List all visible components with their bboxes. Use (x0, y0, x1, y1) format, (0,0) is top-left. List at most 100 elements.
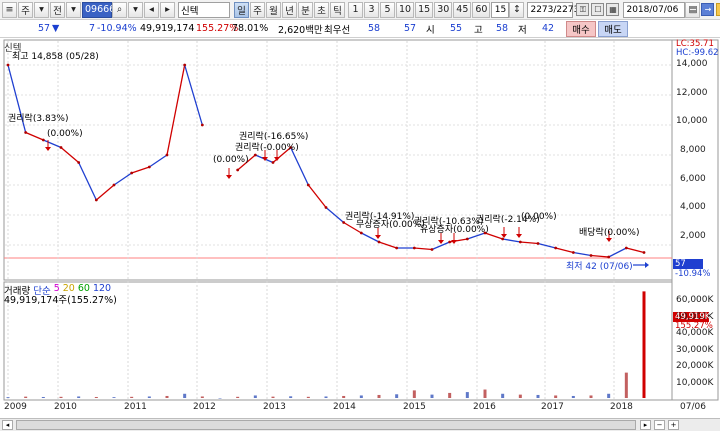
volume-bar (642, 291, 646, 398)
open-price: 57 (404, 23, 417, 34)
stock-name-field[interactable]: 신텍 (178, 1, 230, 18)
minute-45-button[interactable]: 45 (453, 1, 472, 18)
price-point (465, 237, 469, 241)
price-tick: 12,000 (676, 88, 708, 98)
grid-icon[interactable]: ▦ (606, 3, 620, 16)
arrow-icon[interactable]: → (701, 3, 715, 16)
period-second-button[interactable]: 초 (314, 1, 329, 18)
data-count-field[interactable]: 2273/2273 (527, 1, 579, 18)
price-point (77, 161, 81, 164)
price-point (607, 255, 611, 259)
chevron-down-icon[interactable]: ▾ (34, 1, 49, 18)
prev-stock-icon[interactable]: ◂ (144, 1, 159, 18)
price-point (430, 248, 434, 251)
year-label: 2010 (54, 402, 77, 412)
volume-bar (112, 397, 116, 398)
condition-label: 최우선 (324, 24, 351, 36)
event-annotation: (0.00%) (213, 155, 249, 165)
minute-1-button[interactable]: 1 (348, 1, 363, 18)
price-point (165, 153, 169, 157)
price-point (448, 240, 452, 244)
volume-bar (77, 396, 81, 398)
volume-bar (147, 396, 151, 398)
custom-minute-input[interactable]: 15 (491, 1, 510, 18)
current-price: 57 (38, 23, 51, 34)
date-field[interactable]: 2018/07/06 (623, 1, 686, 18)
star-icon[interactable]: ★ (716, 3, 720, 16)
last-date-label: 07/06 (680, 402, 706, 412)
sell-button[interactable]: 매도 (598, 21, 628, 37)
trade-value: 2,620백만 (278, 24, 323, 36)
volume-bar (130, 396, 134, 398)
chevron-down-icon[interactable]: ▾ (128, 1, 143, 18)
volume-bar (6, 397, 10, 398)
volume-bar (571, 395, 575, 398)
price-tick: 14,000 (676, 59, 708, 69)
hc-label: HC:-99.62 (676, 48, 719, 58)
price-point (6, 63, 10, 67)
event-annotation: 권리락(3.83%) (8, 114, 69, 124)
volume-bar (165, 395, 169, 398)
minute-3-button[interactable]: 3 (364, 1, 379, 18)
price-point (112, 183, 116, 187)
volume-bar (271, 396, 275, 398)
stock-code-input[interactable]: 096660 (82, 1, 121, 18)
price-point (147, 165, 151, 169)
minute-15-button[interactable]: 15 (415, 1, 434, 18)
code-prefix-button[interactable]: 전 (50, 1, 65, 18)
period-tick-button[interactable]: 틱 (330, 1, 345, 18)
zoom-out-icon[interactable]: − (654, 420, 665, 430)
chevron-down-icon[interactable]: ▾ (66, 1, 81, 18)
zoom-in-icon[interactable]: + (668, 420, 679, 430)
current-rate-tag-text: -10.94% (675, 269, 711, 279)
last-price: 42 (542, 23, 555, 34)
price-pane (3, 39, 673, 281)
event-annotation: 배당락(0.00%) (579, 228, 640, 238)
minute-30-button[interactable]: 30 (434, 1, 453, 18)
menu-icon[interactable]: ≡ (2, 1, 17, 18)
year-label: 2015 (403, 402, 426, 412)
minute-60-button[interactable]: 60 (472, 1, 491, 18)
price-point (306, 183, 310, 187)
volume-bar (306, 396, 310, 398)
price-tick: 8,000 (680, 145, 706, 155)
price-point (377, 240, 381, 244)
price-point (412, 246, 416, 250)
price-point (94, 198, 98, 202)
period-minute-button[interactable]: 분 (298, 1, 313, 18)
period-week-button[interactable]: 주 (250, 1, 265, 18)
period-select[interactable]: 주 (18, 1, 33, 18)
period-day-button[interactable]: 일 (234, 1, 249, 18)
price-point (624, 246, 628, 250)
year-label: 2016 (473, 402, 496, 412)
scroll-left-icon[interactable]: ◂ (2, 420, 13, 430)
chart-scrollbar[interactable]: ◂ ▸ − + (0, 418, 720, 431)
stepper-icon[interactable]: ↕ (509, 1, 525, 18)
volume-bar (465, 392, 469, 398)
lock-icon[interactable]: ⚿ (576, 3, 590, 16)
scroll-right-icon[interactable]: ▸ (640, 420, 651, 430)
next-stock-icon[interactable]: ▸ (160, 1, 175, 18)
price-point (183, 63, 187, 67)
volume-tick: 30,000K (676, 345, 714, 355)
year-label: 2012 (193, 402, 216, 412)
buy-button[interactable]: 매수 (566, 21, 596, 37)
volume-bar (624, 372, 628, 398)
period-year-button[interactable]: 년 (282, 1, 297, 18)
price-point (642, 251, 646, 254)
volume-tick: 10,000K (676, 378, 714, 388)
checkbox-icon[interactable]: ☐ (591, 3, 605, 16)
price-tick: 6,000 (680, 174, 706, 184)
calendar-icon[interactable]: ▤ (685, 1, 701, 18)
price-point (200, 123, 204, 127)
scroll-thumb[interactable] (16, 420, 636, 430)
high-label: 고 (474, 24, 483, 36)
price-tick: 4,000 (680, 202, 706, 212)
volume-value: 49,919,174 (140, 23, 195, 34)
search-icon[interactable]: ⌕ (112, 1, 127, 18)
volume-bar (607, 393, 611, 398)
price-point (571, 251, 575, 254)
minute-10-button[interactable]: 10 (396, 1, 415, 18)
period-month-button[interactable]: 월 (266, 1, 281, 18)
minute-5-button[interactable]: 5 (380, 1, 395, 18)
